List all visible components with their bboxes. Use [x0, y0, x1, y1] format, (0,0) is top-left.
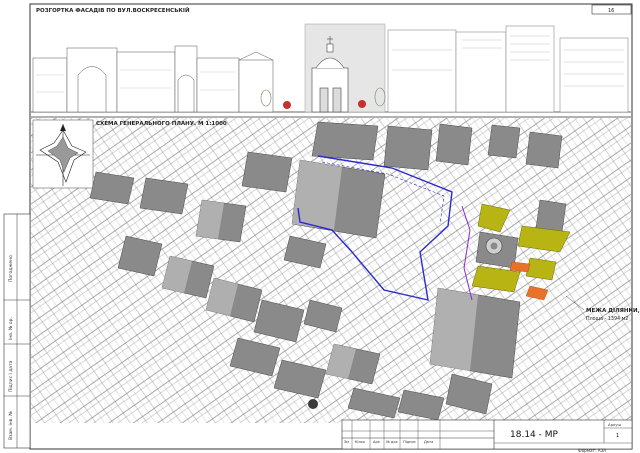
plan-building	[525, 131, 563, 169]
facade-building	[32, 57, 68, 113]
format-label: Формат: А3А	[578, 448, 606, 453]
plan-building	[89, 171, 135, 205]
paving-area	[509, 261, 531, 273]
stamp-cell: Інв. № ор.	[8, 317, 14, 340]
facade-building	[174, 45, 198, 113]
facade-building	[387, 29, 457, 113]
facade-building	[196, 57, 240, 113]
facade-building	[559, 37, 629, 113]
flower-bed	[283, 101, 291, 109]
sheet-value: 1	[616, 433, 619, 439]
drawing-sheet: РОЗГОРТКА ФАСАДІВ ПО ВУЛ.ВОСКРЕСЕНСЬКІЙ …	[3, 3, 640, 453]
plan-building	[435, 123, 473, 166]
boundary-label: МЕЖА ДІЛЯНКИ,	[586, 308, 640, 314]
plan-building	[487, 124, 521, 159]
facade-elevation: РОЗГОРТКА ФАСАДІВ ПО ВУЛ.ВОСКРЕСЕНСЬКІЙ …	[31, 4, 632, 117]
stamp-cell: Погоджено	[8, 255, 14, 282]
facade-building	[455, 31, 507, 113]
facade-building	[505, 25, 555, 113]
stamp-cell: Взам. інв. №	[8, 411, 14, 440]
title-col-label: Зм	[344, 440, 349, 444]
title-col-label: Кільк	[355, 440, 366, 444]
project-code: 18.14 - МР	[510, 430, 558, 440]
wind-rose	[32, 119, 94, 189]
facade-sheet-number: 16	[608, 8, 614, 14]
boundary-area: Площа - 1394 м2	[586, 316, 628, 322]
facade-building	[116, 51, 176, 113]
plan-building	[241, 151, 293, 193]
greenery-area	[525, 257, 557, 281]
title-col-label: Арк	[373, 440, 381, 444]
tree	[308, 399, 318, 409]
side-stamp: Погоджено Інв. № ор. Підпис і дата Взам.…	[3, 213, 31, 449]
plan-building	[535, 199, 567, 233]
title-block: Зм Кільк Арк № док Підпис Дата 18.14 - М…	[341, 419, 633, 453]
facade-title: РОЗГОРТКА ФАСАДІВ ПО ВУЛ.ВОСКРЕСЕНСЬКІЙ	[36, 6, 190, 14]
plan-building	[311, 121, 379, 161]
title-col-label: Дата	[424, 440, 433, 444]
title-col-label: Підпис	[403, 440, 416, 444]
flower-bed	[358, 100, 366, 108]
plan-title: СХЕМА ГЕНЕРАЛЬНОГО ПЛАНУ. М 1:1000	[96, 121, 227, 127]
facade-building	[66, 47, 118, 113]
plan-building	[383, 125, 433, 171]
facade-building	[238, 59, 274, 113]
site-plan: СХЕМА ГЕНЕРАЛЬНОГО ПЛАНУ. М 1:1000 МЕЖА …	[31, 118, 640, 423]
stamp-cell: Підпис і дата	[8, 360, 14, 392]
sheet-label: Аркуш	[608, 422, 622, 427]
plan-building	[139, 177, 189, 215]
title-col-label: № док	[386, 440, 399, 444]
